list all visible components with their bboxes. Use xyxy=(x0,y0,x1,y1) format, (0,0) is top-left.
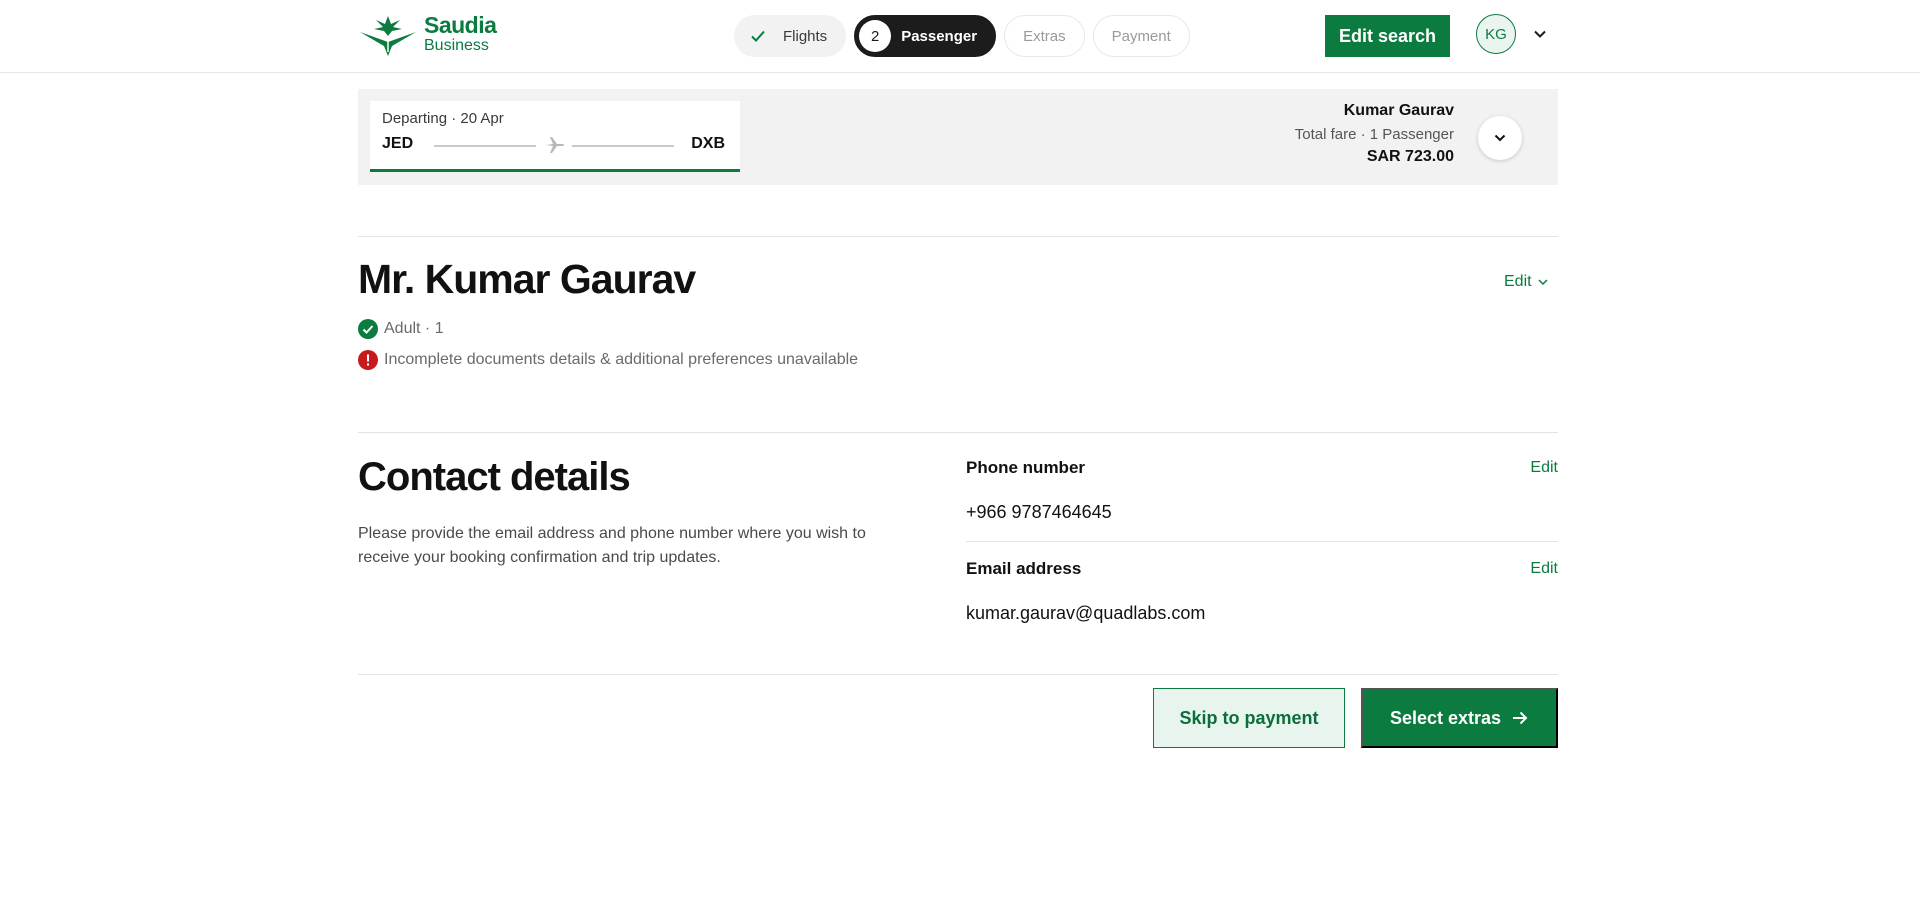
step-extras-label: Extras xyxy=(1023,27,1066,45)
step-payment[interactable]: Payment xyxy=(1092,15,1190,57)
airplane-icon xyxy=(546,137,564,153)
email-value: kumar.gaurav@quadlabs.com xyxy=(966,603,1206,623)
fare-passenger-name: Kumar Gaurav xyxy=(1343,102,1454,119)
top-header: Saudia Business Flights 2 Passenger Extr… xyxy=(0,0,1920,73)
contact-title: Contact details xyxy=(358,455,631,499)
departing-date: Departing · 20 Apr xyxy=(382,110,504,127)
logo-sub-text: Business xyxy=(424,37,489,54)
divider xyxy=(966,541,1558,542)
flight-card[interactable]: Departing · 20 Apr JED DXB xyxy=(370,101,740,172)
trip-summary-bar: Departing · 20 Apr JED DXB Kumar Gaurav … xyxy=(358,89,1558,185)
step-payment-label: Payment xyxy=(1111,27,1171,45)
skip-to-payment-button[interactable]: Skip to payment xyxy=(1153,688,1345,748)
fare-label: Total fare · 1 Passenger xyxy=(1294,126,1454,143)
route-line xyxy=(434,145,536,147)
passenger-warning: Incomplete documents details & additiona… xyxy=(384,351,859,368)
passenger-warning-row: Incomplete documents details & additiona… xyxy=(358,350,858,370)
step-extras[interactable]: Extras xyxy=(1004,15,1085,57)
saudia-logo[interactable]: Saudia Business xyxy=(358,12,497,56)
email-edit-button[interactable]: Edit xyxy=(1520,560,1558,578)
fare-summary: Kumar Gaurav Total fare · 1 Passenger SA… xyxy=(1295,102,1454,166)
passenger-edit-label: Edit xyxy=(1504,273,1532,290)
check-icon xyxy=(743,21,773,51)
edit-search-button[interactable]: Edit search xyxy=(1325,15,1450,57)
chevron-down-icon[interactable] xyxy=(1532,26,1548,42)
contact-description: Please provide the email address and pho… xyxy=(358,525,866,566)
passenger-edit-button[interactable]: Edit xyxy=(1504,273,1549,291)
booking-steps: Flights 2 Passenger Extras Payment xyxy=(734,15,1190,57)
step-passenger[interactable]: 2 Passenger xyxy=(854,15,997,57)
select-extras-button[interactable]: Select extras xyxy=(1361,688,1558,748)
destination-code: DXB xyxy=(691,135,725,152)
alert-icon xyxy=(358,350,378,370)
passenger-name: Mr. Kumar Gaurav xyxy=(358,256,696,302)
step-passenger-label: Passenger xyxy=(901,27,978,45)
step-passenger-number: 2 xyxy=(859,20,892,52)
step-flights[interactable]: Flights xyxy=(734,15,847,57)
step-flights-label: Flights xyxy=(783,27,828,45)
arrow-right-icon xyxy=(1513,711,1528,725)
palm-swords-logo-icon xyxy=(360,16,416,56)
avatar[interactable]: KG xyxy=(1476,14,1516,54)
logo-brand-text: Saudia xyxy=(424,12,497,38)
phone-edit-button[interactable]: Edit xyxy=(1520,459,1558,477)
origin-code: JED xyxy=(382,135,414,152)
divider xyxy=(358,674,1558,675)
chevron-down-icon xyxy=(1494,134,1506,142)
expand-summary-button[interactable] xyxy=(1478,116,1522,160)
divider xyxy=(358,236,1558,237)
passenger-type-row: Adult · 1 xyxy=(358,319,444,339)
passenger-type: Adult · 1 xyxy=(384,320,444,337)
route-line xyxy=(572,145,674,147)
email-label: Email address xyxy=(966,559,1082,578)
select-extras-label: Select extras xyxy=(1389,707,1502,728)
phone-label: Phone number xyxy=(966,458,1086,477)
fare-amount: SAR 723.00 xyxy=(1366,148,1454,165)
phone-value: +966 9787464645 xyxy=(966,502,1112,522)
divider xyxy=(358,432,1558,433)
chevron-down-icon xyxy=(1538,279,1548,286)
check-circle-icon xyxy=(358,319,378,339)
